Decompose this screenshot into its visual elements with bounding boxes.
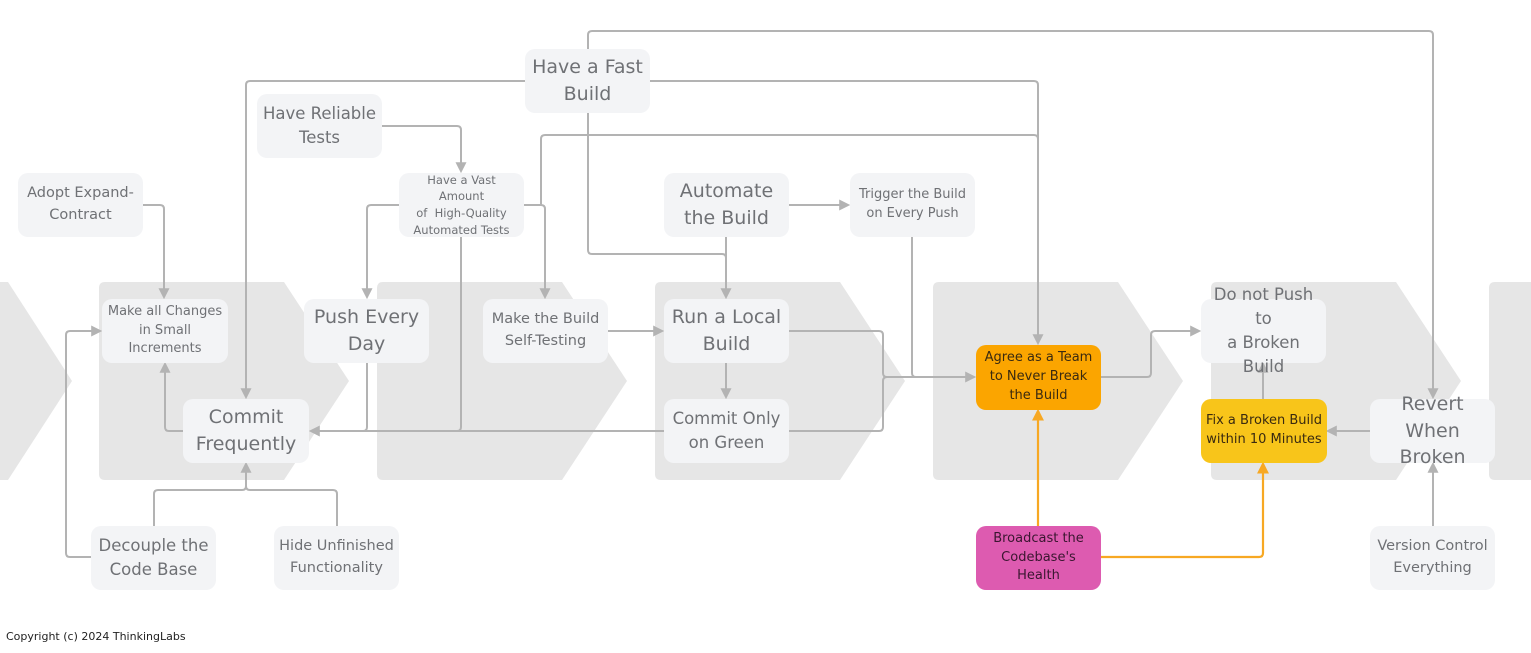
node-label: Adopt Expand-: [27, 185, 134, 202]
node-label: Day: [347, 333, 386, 355]
ci-dependency-diagram: Adopt Expand- Contract Have Reliable Tests…: [0, 0, 1531, 653]
node-automate-build[interactable]: Automate the Build: [664, 173, 789, 237]
node-label: Codebase's: [1001, 549, 1076, 565]
node-trigger-build[interactable]: Trigger the Build on Every Push: [850, 173, 975, 237]
connector-decouple-to-increments: [65, 325, 103, 558]
node-label: Automated Tests: [413, 222, 510, 237]
node-have-reliable-tests[interactable]: Have Reliable Tests: [257, 94, 382, 158]
node-push-every-day[interactable]: Push Every Day: [304, 299, 429, 363]
node-label: Hide Unfinished: [279, 538, 394, 555]
node-label: Version Control: [1377, 538, 1488, 555]
node-fix-broken-build[interactable]: Fix a Broken Build within 10 Minutes: [1201, 399, 1327, 463]
node-run-local-build[interactable]: Run a Local Build: [664, 299, 789, 363]
node-agree-never-break[interactable]: Agree as a Team to Never Break the Build: [976, 345, 1101, 410]
node-label: Increments: [128, 341, 202, 357]
stage-chevron-6: [1489, 282, 1531, 480]
node-vast-amount-tests[interactable]: Have a Vast Amount of High-Quality Automat…: [399, 173, 524, 237]
node-self-testing[interactable]: Make the Build Self-Testing: [483, 299, 608, 363]
node-label: to Never Break: [989, 369, 1088, 385]
node-label: Contract: [49, 207, 112, 223]
node-label: on Green: [688, 433, 765, 452]
node-label: Broken: [1399, 446, 1466, 469]
node-decouple-code-base[interactable]: Decouple the Code Base: [91, 526, 216, 590]
node-label: Fix a Broken Build: [1205, 413, 1323, 429]
node-revert-when-broken[interactable]: Revert When Broken: [1370, 393, 1495, 468]
node-label: Frequently: [195, 433, 297, 455]
node-broadcast-health[interactable]: Broadcast the Codebase's Health: [976, 526, 1101, 590]
node-label: Run a Local: [671, 306, 782, 329]
copyright-notice: Copyright (c) 2024 ThinkingLabs: [6, 630, 186, 643]
node-version-control[interactable]: Version Control Everything: [1370, 526, 1495, 590]
node-label: in Small: [138, 322, 192, 338]
node-label: Commit Only: [672, 409, 781, 429]
node-label: the Build: [1009, 387, 1068, 403]
node-label: Do not Push to: [1213, 285, 1314, 329]
node-label: Make the Build: [491, 311, 600, 328]
node-label: Automate: [679, 180, 774, 203]
node-label: Build: [702, 333, 751, 355]
node-label: of High-Quality: [416, 206, 507, 220]
node-label: on Every Push: [866, 206, 959, 221]
node-hide-unfinished[interactable]: Hide Unfinished Functionality: [274, 526, 399, 590]
node-commit-on-green[interactable]: Commit Only on Green: [664, 399, 789, 463]
node-label: Agree as a Team: [984, 350, 1093, 366]
node-small-increments[interactable]: Make all Changes in Small Increments: [102, 299, 228, 363]
node-label: Push Every: [313, 306, 420, 329]
node-label: Commit: [208, 406, 284, 429]
node-label: the Build: [684, 207, 769, 229]
node-label: Have a Fast: [532, 56, 643, 79]
connector-hide-to-commit: [245, 485, 338, 526]
stage-chevron-0: [0, 282, 72, 480]
node-label: Decouple the: [98, 536, 209, 556]
node-label: Functionality: [290, 560, 383, 576]
node-label: Build: [563, 83, 612, 105]
node-label: Make all Changes: [107, 303, 223, 319]
node-have-fast-build[interactable]: Have a Fast Build: [525, 49, 650, 113]
connector-reliable-to-vast: [382, 125, 467, 174]
node-label: Revert When: [1401, 393, 1464, 442]
node-label: Code Base: [109, 560, 198, 579]
connector-trigger-to-agree: [911, 236, 917, 378]
node-label: Everything: [1393, 560, 1472, 576]
node-do-not-push-broken[interactable]: Do not Push to a Broken Build: [1201, 285, 1326, 376]
node-label: Self-Testing: [504, 333, 587, 349]
node-label: Health: [1017, 568, 1060, 584]
connector-push-to-commit: [362, 362, 368, 432]
node-label: Broadcast the: [993, 530, 1084, 546]
node-label: Tests: [298, 128, 341, 147]
node-label: Have a Vast Amount: [427, 172, 496, 204]
node-label: within 10 Minutes: [1206, 432, 1322, 447]
node-label: Have Reliable: [262, 104, 377, 124]
node-commit-frequently[interactable]: Commit Frequently: [183, 399, 309, 463]
node-label: a Broken Build: [1227, 333, 1300, 376]
node-label: Trigger the Build: [858, 187, 967, 203]
node-adopt-expand-contract[interactable]: Adopt Expand- Contract: [18, 173, 143, 237]
